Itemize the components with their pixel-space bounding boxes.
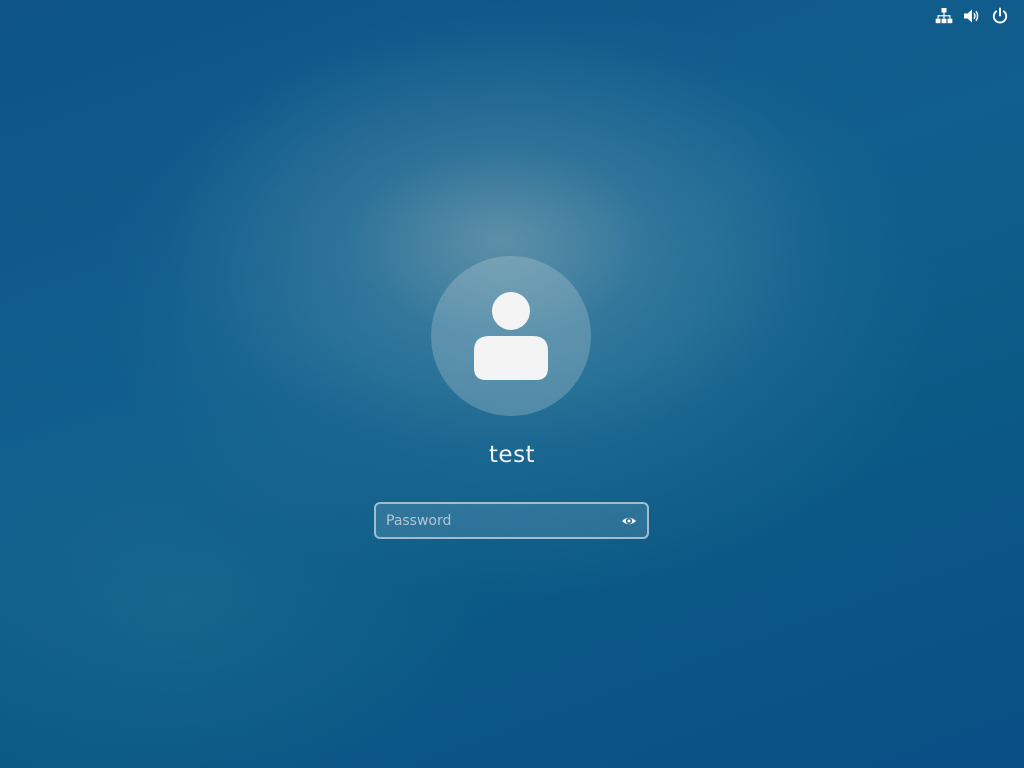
password-field-container[interactable] (374, 502, 649, 539)
show-password-icon[interactable] (621, 513, 637, 529)
login-panel: test (0, 0, 1024, 768)
password-input[interactable] (376, 504, 616, 537)
avatar (431, 256, 591, 416)
user-icon (474, 292, 548, 380)
username-label: test (488, 442, 536, 468)
